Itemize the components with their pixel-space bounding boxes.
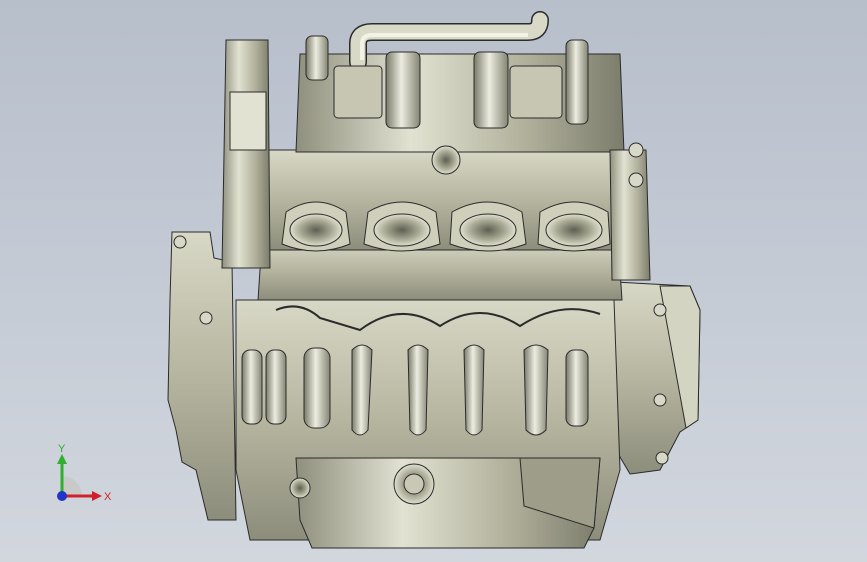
x-axis-label: X <box>104 491 112 503</box>
x-axis-arrow <box>92 491 102 501</box>
y-axis-label: Y <box>58 443 66 455</box>
orientation-triad[interactable]: Y X <box>48 440 118 510</box>
engine-model[interactable] <box>0 0 867 562</box>
3d-viewport[interactable]: Y X <box>0 0 867 562</box>
engine-body <box>167 39 701 549</box>
y-axis-arrow <box>57 454 67 464</box>
z-axis-dot <box>57 491 67 501</box>
